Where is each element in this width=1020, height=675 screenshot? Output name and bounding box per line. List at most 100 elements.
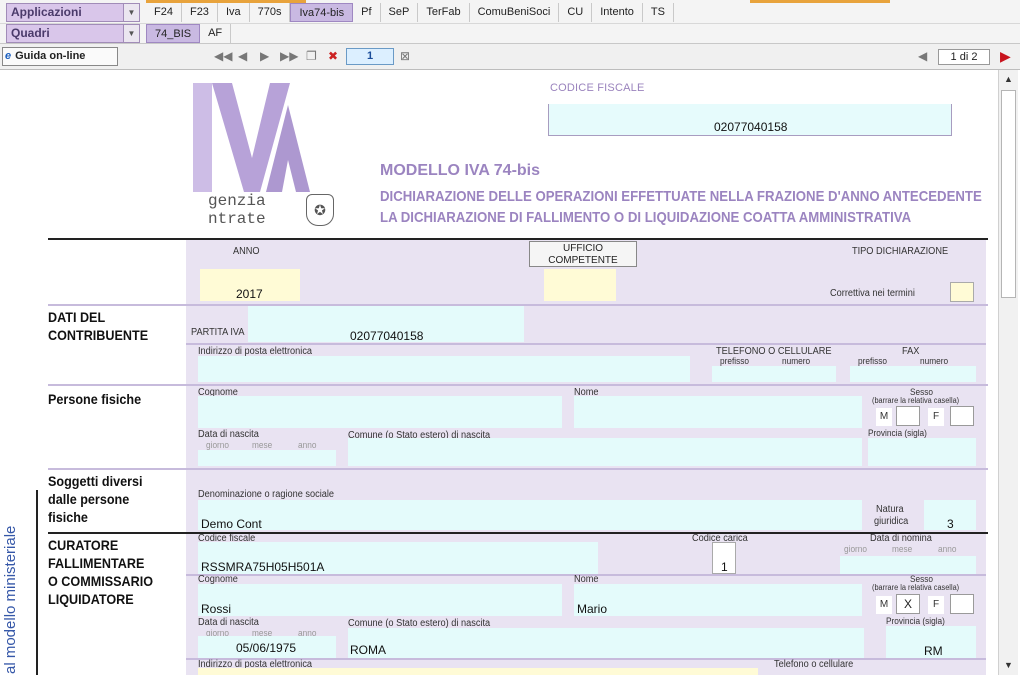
pf-comune-field[interactable] bbox=[348, 438, 862, 466]
section-persone-fisiche: Persone fisiche bbox=[48, 391, 142, 407]
anno-value: 2017 bbox=[236, 287, 263, 301]
cur-comune-field[interactable] bbox=[348, 628, 864, 658]
quadro-tab-74-bis[interactable]: 74_BIS bbox=[146, 24, 201, 43]
applicazioni-dropdown[interactable]: Applicazioni ▼ bbox=[6, 3, 140, 22]
denominazione-field[interactable] bbox=[198, 500, 862, 530]
sesso-f-label: F bbox=[928, 408, 944, 426]
delete-page-icon[interactable]: ✖ bbox=[328, 49, 338, 63]
tipo-dichiarazione-label: TIPO DICHIARAZIONE bbox=[852, 246, 949, 257]
cur-sesso-f-checkbox[interactable] bbox=[950, 594, 974, 614]
cur-sesso-sub-label: (barrare la relativa casella) bbox=[872, 583, 960, 592]
republic-emblem-icon: ✪ bbox=[306, 194, 334, 226]
denominazione-value: Demo Cont bbox=[201, 517, 262, 531]
sec-curatore-3: O COMMISSARIO bbox=[48, 573, 154, 589]
telefono-field[interactable] bbox=[712, 366, 836, 382]
cur-provincia-label: Provincia (sigla) bbox=[886, 616, 945, 626]
cur-telefono-label: Telefono o cellulare bbox=[774, 659, 854, 670]
ufficio-label-2: COMPETENTE bbox=[548, 255, 618, 266]
vertical-scrollbar[interactable]: ▲ ▼ bbox=[998, 70, 1018, 675]
first-page-icon[interactable]: ◀◀ bbox=[214, 49, 232, 63]
pf-nome-field[interactable] bbox=[574, 396, 862, 428]
pf-sesso-f-checkbox[interactable] bbox=[950, 406, 974, 426]
mese-label: mese bbox=[252, 440, 273, 450]
partita-iva-label: PARTITA IVA bbox=[191, 327, 245, 338]
numero-label: numero bbox=[782, 356, 811, 366]
tab-terfab[interactable]: TerFab bbox=[418, 3, 470, 22]
prefisso-label: prefisso bbox=[720, 356, 749, 366]
codice-fiscale-value: 02077040158 bbox=[714, 120, 788, 134]
clear-page-icon[interactable]: ⊠ bbox=[400, 49, 410, 63]
giorno-label: giorno bbox=[206, 440, 230, 450]
new-page-icon[interactable]: ❐ bbox=[306, 49, 317, 63]
tab-iva74-bis[interactable]: Iva74-bis bbox=[290, 3, 354, 22]
cur-cognome-field[interactable] bbox=[198, 584, 562, 616]
ufficio-competente-button[interactable]: UFFICIO COMPETENTE bbox=[529, 241, 637, 267]
correttiva-checkbox[interactable] bbox=[950, 282, 974, 302]
fax-field[interactable] bbox=[850, 366, 976, 382]
model-title: MODELLO IVA 74-bis bbox=[380, 162, 541, 179]
codice-carica-value: 1 bbox=[721, 560, 728, 574]
denominazione-label: Denominazione o ragione sociale bbox=[198, 489, 335, 500]
next-form-icon[interactable]: ▶ bbox=[1000, 48, 1011, 65]
correttiva-label: Correttiva nei termini bbox=[830, 288, 915, 299]
page-number-field[interactable]: 1 bbox=[346, 48, 394, 65]
last-page-icon[interactable]: ▶▶ bbox=[280, 49, 298, 63]
menu-bar-quadri: Quadri ▼ 74_BIS AF bbox=[0, 24, 1020, 44]
cur-sesso-m-checkbox[interactable]: X bbox=[896, 594, 920, 614]
tab-ts[interactable]: TS bbox=[643, 3, 674, 22]
cur-data-nascita-value: 05/06/1975 bbox=[236, 641, 297, 655]
tab-cu[interactable]: CU bbox=[559, 3, 593, 22]
side-text: al modello ministeriale bbox=[2, 525, 19, 674]
tab-iva[interactable]: Iva bbox=[218, 3, 250, 22]
quadri-dropdown[interactable]: Quadri ▼ bbox=[6, 24, 140, 43]
tab-770s[interactable]: 770s bbox=[250, 3, 291, 22]
accent-strip bbox=[146, 0, 306, 3]
entrate-text: ntrate bbox=[208, 210, 266, 228]
anno-small-label: anno bbox=[298, 440, 317, 450]
tab-sep[interactable]: SeP bbox=[381, 3, 419, 22]
ufficio-field[interactable] bbox=[544, 269, 616, 301]
pf-data-nascita-field[interactable] bbox=[198, 450, 336, 466]
cur-nome-value: Mario bbox=[577, 602, 608, 616]
scroll-down-icon[interactable]: ▼ bbox=[1004, 660, 1013, 670]
tab-pf[interactable]: Pf bbox=[353, 3, 381, 22]
prev-form-icon[interactable]: ◀ bbox=[918, 49, 927, 63]
chevron-down-icon[interactable]: ▼ bbox=[123, 4, 139, 21]
ie-icon: e bbox=[5, 50, 12, 62]
chevron-down-icon[interactable]: ▼ bbox=[123, 25, 139, 42]
sec-curatore-1: CURATORE bbox=[48, 537, 119, 553]
provincia-label: Provincia (sigla) bbox=[868, 428, 927, 438]
divider bbox=[186, 343, 986, 345]
quadri-label: Quadri bbox=[11, 26, 50, 40]
fax-numero-label: numero bbox=[920, 356, 949, 366]
scroll-thumb[interactable] bbox=[1001, 90, 1016, 298]
iva-logo bbox=[193, 83, 310, 192]
cur-cognome-value: Rossi bbox=[201, 602, 232, 616]
quadri-tabs: 74_BIS AF bbox=[146, 24, 232, 43]
tab-f23[interactable]: F23 bbox=[182, 3, 218, 22]
scroll-up-icon[interactable]: ▲ bbox=[1004, 74, 1013, 84]
pf-provincia-field[interactable] bbox=[868, 438, 976, 466]
ufficio-label-1: UFFICIO bbox=[563, 243, 603, 254]
pf-cognome-field[interactable] bbox=[198, 396, 562, 428]
sec-curatore-4: LIQUIDATORE bbox=[48, 591, 134, 607]
cur-email-field[interactable] bbox=[198, 668, 758, 675]
cur-comune-value: ROMA bbox=[350, 643, 386, 657]
pf-sesso-m-checkbox[interactable] bbox=[896, 406, 920, 426]
tab-intento[interactable]: Intento bbox=[592, 3, 643, 22]
quadro-tab-af[interactable]: AF bbox=[200, 24, 232, 43]
agenzia-entrate-logo: genzia ntrate bbox=[198, 192, 266, 228]
email-field[interactable] bbox=[198, 356, 690, 382]
section-curatore: CURATORE FALLIMENTARE O COMMISSARIO LIQU… bbox=[48, 536, 153, 608]
guida-online-button[interactable]: e Guida on-line bbox=[2, 47, 118, 66]
cur-nome-field[interactable] bbox=[574, 584, 862, 616]
data-nomina-field[interactable] bbox=[840, 556, 976, 574]
prev-page-icon[interactable]: ◀ bbox=[238, 49, 247, 63]
tab-comubenisoci[interactable]: ComuBeniSoci bbox=[470, 3, 560, 22]
next-page-icon[interactable]: ▶ bbox=[260, 49, 269, 63]
partita-iva-value: 02077040158 bbox=[350, 329, 424, 343]
tab-f24[interactable]: F24 bbox=[146, 3, 182, 22]
page-indicator: 1 di 2 bbox=[938, 49, 990, 65]
navigation-toolbar: e Guida on-line ◀◀ ◀ ▶ ▶▶ ❐ ✖ 1 ⊠ ◀ 1 di … bbox=[0, 44, 1020, 70]
sesso-sub-label: (barrare la relativa casella) bbox=[872, 396, 960, 405]
